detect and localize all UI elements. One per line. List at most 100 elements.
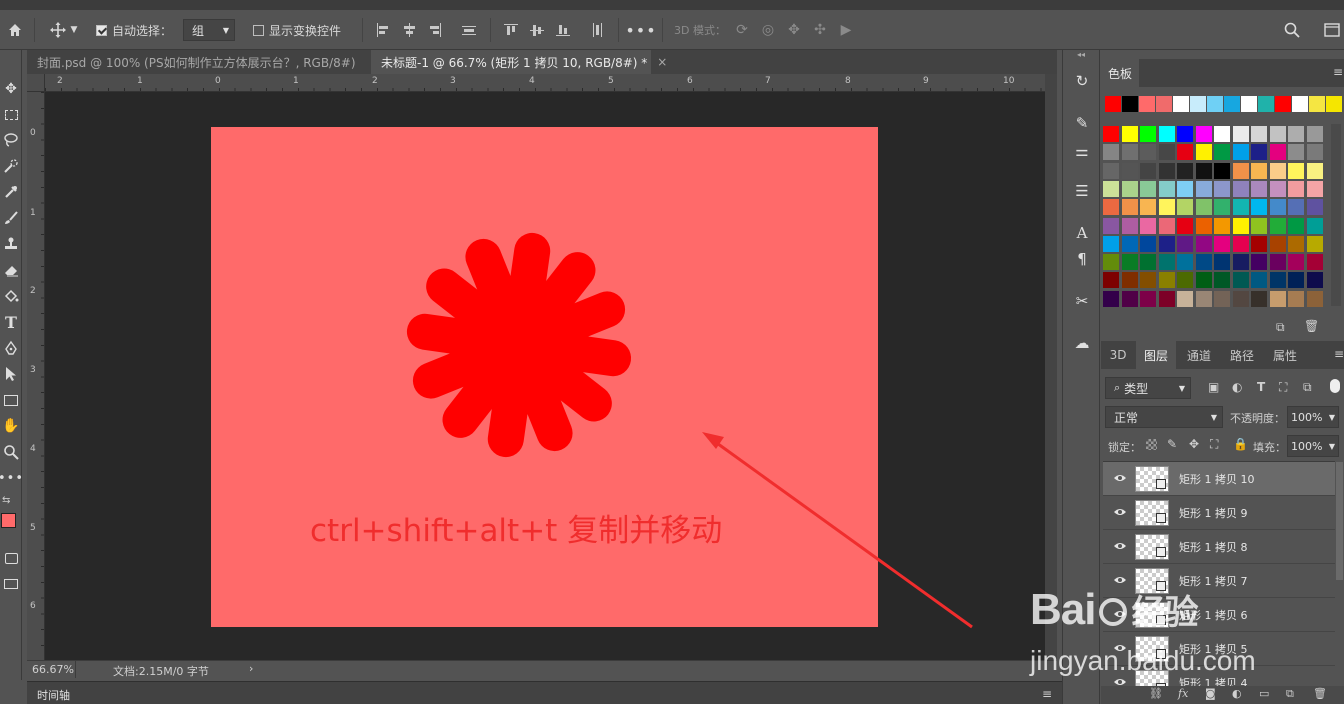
color-swatch[interactable] bbox=[1306, 162, 1323, 179]
filter-pixel-icon[interactable]: ▣ bbox=[1208, 380, 1219, 394]
color-swatch[interactable] bbox=[1232, 272, 1249, 289]
filter-shape-icon[interactable]: ⛶ bbox=[1279, 380, 1287, 395]
color-swatch[interactable] bbox=[1177, 272, 1193, 289]
color-swatch[interactable] bbox=[1288, 126, 1304, 142]
color-swatch[interactable] bbox=[1306, 199, 1323, 216]
color-swatch[interactable] bbox=[1177, 290, 1193, 307]
filter-type-icon[interactable]: T bbox=[1257, 380, 1265, 394]
tools-preset-icon[interactable]: ✂ bbox=[1070, 290, 1094, 312]
recent-swatch[interactable] bbox=[1190, 96, 1206, 112]
color-swatch[interactable] bbox=[1177, 235, 1193, 252]
color-swatch[interactable] bbox=[1214, 217, 1230, 234]
collapse-icon[interactable]: ◂◂ bbox=[1077, 50, 1085, 59]
recent-swatch[interactable] bbox=[1139, 96, 1155, 112]
brush-settings-icon[interactable]: ✎ bbox=[1070, 112, 1094, 134]
recent-swatch[interactable] bbox=[1105, 96, 1121, 112]
lock-transparency-icon[interactable] bbox=[1146, 439, 1157, 450]
color-swatch[interactable] bbox=[1306, 144, 1323, 161]
color-swatch[interactable] bbox=[1288, 235, 1304, 252]
color-swatch[interactable] bbox=[1251, 217, 1267, 234]
color-swatch[interactable] bbox=[1251, 180, 1267, 197]
color-swatch[interactable] bbox=[1121, 144, 1138, 161]
color-swatch[interactable] bbox=[1103, 162, 1119, 179]
color-swatch[interactable] bbox=[1158, 180, 1175, 197]
lock-all-icon[interactable]: 🔒 bbox=[1233, 437, 1248, 451]
color-swatch[interactable] bbox=[1251, 126, 1267, 142]
lock-pixels-icon[interactable]: ✎ bbox=[1167, 437, 1177, 451]
tab-channels[interactable]: 通道 bbox=[1178, 341, 1220, 369]
color-swatch[interactable] bbox=[1121, 180, 1138, 197]
layer-row[interactable]: 矩形 1 拷贝 8 bbox=[1103, 530, 1335, 564]
color-swatch[interactable] bbox=[1195, 254, 1212, 271]
color-swatch[interactable] bbox=[1288, 144, 1304, 161]
color-swatch[interactable] bbox=[1195, 126, 1212, 142]
color-swatch[interactable] bbox=[1214, 144, 1230, 161]
color-swatch[interactable] bbox=[1140, 254, 1156, 271]
color-swatch[interactable] bbox=[1158, 272, 1175, 289]
color-swatch[interactable] bbox=[1269, 199, 1286, 216]
color-swatch[interactable] bbox=[1158, 217, 1175, 234]
color-swatch[interactable] bbox=[1140, 180, 1156, 197]
color-swatch[interactable] bbox=[1269, 235, 1286, 252]
color-swatch[interactable] bbox=[1158, 254, 1175, 271]
layer-row[interactable]: 矩形 1 拷贝 9 bbox=[1103, 496, 1335, 530]
color-swatch[interactable] bbox=[1158, 126, 1175, 142]
lock-position-icon[interactable]: ✥ bbox=[1189, 437, 1199, 451]
recent-swatch[interactable] bbox=[1122, 96, 1138, 112]
color-swatch[interactable] bbox=[1306, 235, 1323, 252]
layer-comps-icon[interactable]: ☰ bbox=[1070, 180, 1094, 202]
color-swatch[interactable] bbox=[1121, 290, 1138, 307]
color-swatch[interactable] bbox=[1269, 272, 1286, 289]
status-menu-arrow[interactable]: › bbox=[249, 662, 253, 675]
adjustments-icon[interactable]: ⚌ bbox=[1070, 140, 1094, 162]
color-swatch[interactable] bbox=[1177, 180, 1193, 197]
color-swatch[interactable] bbox=[1140, 272, 1156, 289]
color-swatch[interactable] bbox=[1195, 235, 1212, 252]
color-swatch[interactable] bbox=[1232, 290, 1249, 307]
color-swatch[interactable] bbox=[1140, 162, 1156, 179]
recent-swatch[interactable] bbox=[1258, 96, 1274, 112]
color-swatch[interactable] bbox=[1177, 144, 1193, 161]
color-swatch[interactable] bbox=[1269, 217, 1286, 234]
panel-menu-icon[interactable]: ≡ bbox=[1334, 347, 1344, 361]
color-swatch[interactable] bbox=[1288, 199, 1304, 216]
color-swatch[interactable] bbox=[1121, 199, 1138, 216]
color-swatch[interactable] bbox=[1251, 162, 1267, 179]
color-swatch[interactable] bbox=[1269, 254, 1286, 271]
color-swatch[interactable] bbox=[1306, 290, 1323, 307]
color-swatch[interactable] bbox=[1214, 290, 1230, 307]
color-swatch[interactable] bbox=[1103, 126, 1119, 142]
recent-swatch[interactable] bbox=[1292, 96, 1308, 112]
panel-menu-icon[interactable]: ≡ bbox=[1333, 65, 1343, 79]
color-swatch[interactable] bbox=[1195, 217, 1212, 234]
color-swatch[interactable] bbox=[1140, 217, 1156, 234]
color-swatch[interactable] bbox=[1195, 144, 1212, 161]
color-swatch[interactable] bbox=[1251, 144, 1267, 161]
timeline-tab[interactable]: 时间轴 bbox=[37, 687, 70, 703]
color-swatch[interactable] bbox=[1195, 162, 1212, 179]
color-swatch[interactable] bbox=[1177, 217, 1193, 234]
color-swatch[interactable] bbox=[1140, 235, 1156, 252]
color-swatch[interactable] bbox=[1121, 254, 1138, 271]
color-swatch[interactable] bbox=[1214, 162, 1230, 179]
color-swatch[interactable] bbox=[1140, 199, 1156, 216]
color-swatch[interactable] bbox=[1251, 235, 1267, 252]
color-swatch[interactable] bbox=[1158, 144, 1175, 161]
color-swatch[interactable] bbox=[1214, 272, 1230, 289]
color-swatch[interactable] bbox=[1103, 254, 1119, 271]
color-swatch[interactable] bbox=[1306, 180, 1323, 197]
filter-smart-object-icon[interactable]: ⧉ bbox=[1303, 380, 1312, 395]
eye-icon[interactable] bbox=[1113, 507, 1127, 517]
color-swatch[interactable] bbox=[1121, 217, 1138, 234]
color-swatch[interactable] bbox=[1232, 235, 1249, 252]
color-swatch[interactable] bbox=[1195, 290, 1212, 307]
recent-swatch[interactable] bbox=[1275, 96, 1291, 112]
color-swatch[interactable] bbox=[1251, 290, 1267, 307]
color-swatch[interactable] bbox=[1158, 199, 1175, 216]
color-swatch[interactable] bbox=[1103, 272, 1119, 289]
color-swatch[interactable] bbox=[1214, 254, 1230, 271]
zoom-level[interactable]: 66.67% bbox=[32, 663, 74, 676]
recent-swatch[interactable] bbox=[1156, 96, 1172, 112]
color-swatch[interactable] bbox=[1306, 126, 1323, 142]
color-swatch[interactable] bbox=[1251, 272, 1267, 289]
